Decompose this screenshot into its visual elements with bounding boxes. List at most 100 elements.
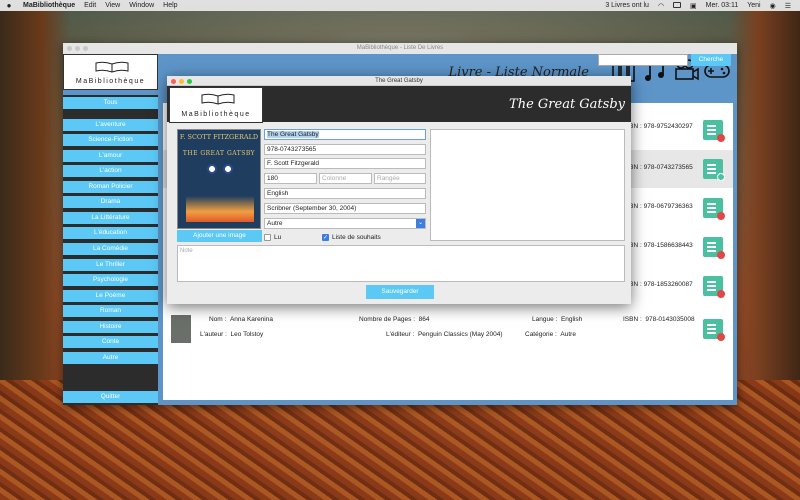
quit-button[interactable]: Quitter	[63, 391, 158, 403]
window-controls	[67, 46, 91, 51]
menu-app[interactable]: MaBibliothèque	[23, 2, 75, 9]
sidebar-item-amour[interactable]: L'amour	[63, 150, 158, 162]
description-textarea[interactable]	[430, 129, 625, 241]
clock[interactable]: Mer. 03:11	[706, 2, 739, 9]
minimize-icon[interactable]	[75, 46, 80, 51]
name-field: Nom : Anna Karenina	[209, 316, 273, 323]
dialog-window-controls	[171, 79, 195, 84]
menu-help[interactable]: Help	[163, 2, 177, 9]
read-label: Lu	[274, 234, 282, 241]
dialog-logo: MaBibliothèque	[169, 87, 263, 123]
search-input[interactable]	[598, 54, 688, 66]
read-status-icon[interactable]	[703, 319, 725, 341]
isbn-field: ISBN : 978-0143035008	[623, 316, 695, 323]
sidebar: Tous L'aventure Science-Fiction L'amour …	[63, 95, 158, 405]
isbn-value: 978-1586638443	[643, 242, 693, 249]
main-window-title: MaBibliothèque - Liste De Livres	[356, 45, 444, 51]
battery-icon[interactable]	[673, 1, 682, 10]
zoom-icon[interactable]	[83, 46, 88, 51]
wifi-icon[interactable]: ◠	[658, 2, 664, 10]
menu-view[interactable]: View	[105, 2, 120, 9]
read-status-icon[interactable]	[703, 276, 725, 298]
pages-field: Nombre de Pages : 864	[359, 316, 430, 323]
user-name[interactable]: Yeni	[747, 2, 760, 9]
main-logo-text: MaBibliothèque	[75, 78, 146, 85]
close-icon[interactable]	[67, 46, 72, 51]
minimize-icon[interactable]	[179, 79, 184, 84]
read-status-icon[interactable]	[703, 159, 725, 181]
category-select[interactable]: Autre ⌄	[264, 218, 426, 229]
book-name-input[interactable]: The Great Gatsby	[264, 129, 426, 140]
keyboard-icon[interactable]: ▣	[690, 2, 697, 10]
read-checkbox[interactable]	[264, 234, 271, 241]
book-detail-dialog: The Great Gatsby The Great Gatsby MaBibl…	[167, 76, 631, 304]
dialog-window-title: The Great Gatsby	[375, 78, 423, 84]
sidebar-item-roman[interactable]: Roman	[63, 305, 158, 317]
language-input[interactable]: English	[264, 188, 426, 199]
sidebar-item-tous[interactable]: Tous	[63, 97, 158, 109]
author-field: L'auteur : Leo Tolstoy	[200, 331, 264, 338]
isbn-value: 978-1853260087	[643, 281, 693, 288]
isbn-input[interactable]: 978-0743273565	[264, 144, 426, 155]
column-input[interactable]: Colonne	[319, 173, 372, 184]
sidebar-item-action[interactable]: L'action	[63, 165, 158, 177]
pages-input[interactable]: 180	[264, 173, 317, 184]
isbn-value: 978-0679736363	[643, 203, 693, 210]
close-icon[interactable]	[171, 79, 176, 84]
chevron-down-icon: ⌄	[416, 219, 425, 228]
note-textarea[interactable]: Note	[177, 245, 625, 282]
isbn-value: 978-0743273565	[643, 164, 693, 171]
editor-field: L'éditeur : Penguin Classics (May 2004)	[386, 331, 503, 338]
sidebar-item-histoire[interactable]: Histoire	[63, 321, 158, 333]
read-status-icon[interactable]	[703, 198, 725, 220]
cover-city-art	[186, 196, 254, 222]
main-logo: MaBibliothèque	[63, 54, 158, 90]
main-titlebar[interactable]: MaBibliothèque - Liste De Livres	[63, 43, 737, 54]
category-field: Catégorie : Autre	[525, 331, 576, 338]
menu-edit[interactable]: Edit	[84, 2, 96, 9]
wishlist-checkbox[interactable]: ✓	[322, 234, 329, 241]
sidebar-item-litterature[interactable]: La Littérature	[63, 212, 158, 224]
sidebar-item-conte[interactable]: Conte	[63, 336, 158, 348]
sidebar-item-autre[interactable]: Autre	[63, 352, 158, 364]
desktop-trees-left	[0, 10, 70, 410]
search-button[interactable]: Cherche	[691, 54, 731, 66]
sidebar-item-education[interactable]: L'éducation	[63, 227, 158, 239]
dialog-logo-text: MaBibliothèque	[181, 111, 251, 118]
sidebar-item-science-fiction[interactable]: Science-Fiction	[63, 134, 158, 146]
desktop-trees-right	[730, 10, 800, 430]
sidebar-item-thriller[interactable]: Le Thriller	[63, 259, 158, 271]
zoom-icon[interactable]	[187, 79, 192, 84]
notifications-icon[interactable]: ☰	[785, 2, 791, 10]
table-row[interactable]: Nom : Anna Karenina Nombre de Pages : 86…	[163, 306, 733, 344]
editor-input[interactable]: Scribner (September 30, 2004)	[264, 203, 426, 214]
sidebar-item-roman-policier[interactable]: Roman Policier	[63, 181, 158, 193]
sidebar-item-psychologie[interactable]: Psychologie	[63, 274, 158, 286]
save-button[interactable]: Sauvegarder	[366, 285, 434, 299]
book-cover-thumbnail[interactable]	[171, 315, 191, 343]
cover-eyes-art	[200, 160, 240, 178]
read-status-icon[interactable]	[703, 120, 725, 142]
menubar: ● MaBibliothèque Edit View Window Help 3…	[0, 0, 800, 11]
read-status-icon[interactable]	[703, 237, 725, 259]
row-input[interactable]: Rangée	[374, 173, 426, 184]
author-input[interactable]: F. Scott Fitzgerald	[264, 158, 426, 169]
sidebar-item-comedie[interactable]: La Comédie	[63, 243, 158, 255]
siri-icon[interactable]: ◉	[770, 2, 776, 10]
cover-title-text: THE GREAT GATSBY	[182, 150, 256, 157]
wishlist-label: Liste de souhaits	[332, 234, 381, 241]
sidebar-item-poeme[interactable]: Le Poème	[63, 290, 158, 302]
book-cover-image[interactable]: F. SCOTT FITZGERALD THE GREAT GATSBY	[177, 129, 261, 229]
isbn-value: 978-9752430297	[643, 123, 693, 130]
dialog-header-title: The Great Gatsby	[509, 97, 625, 112]
language-field: Langue : English	[532, 316, 583, 323]
menu-window[interactable]: Window	[129, 2, 154, 9]
menubar-status-area: 3 Livres ont lu ◠ ▣ Mer. 03:11 Yeni ◉ ☰	[605, 1, 800, 10]
dialog-titlebar[interactable]: The Great Gatsby	[167, 76, 631, 86]
status-text[interactable]: 3 Livres ont lu	[605, 2, 649, 9]
add-image-button[interactable]: Ajouter une image	[177, 230, 262, 242]
apple-icon[interactable]: ●	[4, 1, 14, 10]
cover-author-text: F. SCOTT FITZGERALD	[179, 133, 259, 141]
sidebar-item-aventure[interactable]: L'aventure	[63, 119, 158, 131]
sidebar-item-drama[interactable]: Drama	[63, 196, 158, 208]
